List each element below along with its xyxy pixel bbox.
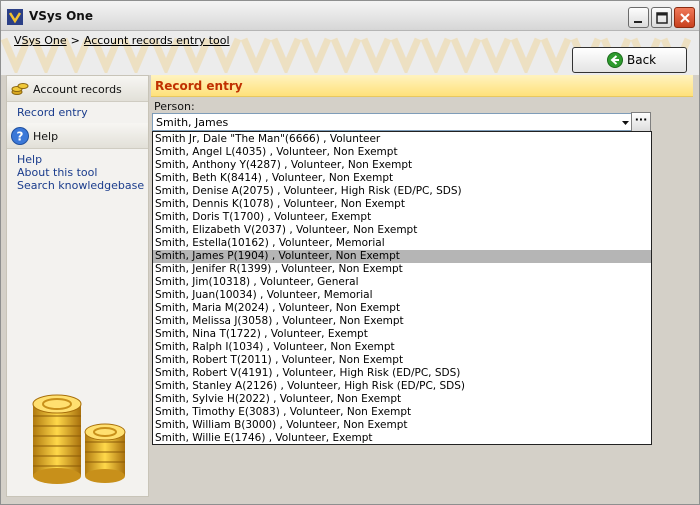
dropdown-option[interactable]: Smith, Melissa J(3058) , Volunteer, Non … — [153, 315, 651, 328]
breadcrumb-home-link[interactable]: VSys One — [14, 34, 67, 47]
dropdown-option[interactable]: Smith, Sylvie H(2022) , Volunteer, Non E… — [153, 393, 651, 406]
gold-coins-illustration — [32, 394, 126, 484]
breadcrumb-separator: > — [70, 34, 80, 47]
header-strip: VSys One > Account records entry tool Back — [1, 31, 699, 75]
app-logo-icon — [7, 9, 23, 25]
dropdown-option[interactable]: Smith, Beth K(8414) , Volunteer, Non Exe… — [153, 172, 651, 185]
sidebar-section-account-records[interactable]: Account records — [7, 76, 148, 102]
dropdown-option[interactable]: Smith, William B(3000) , Volunteer, Non … — [153, 419, 651, 432]
close-icon — [680, 13, 690, 23]
dropdown-option[interactable]: Smith, Jenifer R(1399) , Volunteer, Non … — [153, 263, 651, 276]
person-dropdown-list[interactable]: Smith Jr, Dale "The Man"(6666) , Volunte… — [152, 131, 652, 445]
dropdown-option[interactable]: Smith, Estella(10162) , Volunteer, Memor… — [153, 237, 651, 250]
sidebar-item-search-knowledgebase[interactable]: Search knowledgebase — [17, 179, 144, 192]
dropdown-option[interactable]: Smith, Dennis K(1078) , Volunteer, Non E… — [153, 198, 651, 211]
window-title: VSys One — [29, 9, 93, 23]
watermark-chevron-icon — [391, 37, 421, 73]
watermark-chevron-icon — [541, 37, 571, 73]
app-window: VSys One VSys One > Account records entry … — [0, 0, 700, 505]
main-panel: Record entry Person: Smith, James ··· Sm… — [149, 75, 693, 497]
dropdown-option[interactable]: Smith, Stanley A(2126) , Volunteer, High… — [153, 380, 651, 393]
dropdown-option[interactable]: Smith, Juan(10034) , Volunteer, Memorial — [153, 289, 651, 302]
dropdown-option[interactable]: Smith, James P(1904) , Volunteer, Non Ex… — [153, 250, 651, 263]
section-header: Record entry — [151, 75, 693, 97]
watermark-chevron-icon — [301, 37, 331, 73]
sidebar-item-help[interactable]: Help — [17, 153, 42, 166]
back-button-label: Back — [627, 53, 657, 67]
dropdown-option[interactable]: Smith, Willie E(1746) , Volunteer, Exemp… — [153, 432, 651, 444]
watermark-chevron-icon — [481, 37, 511, 73]
section-title: Record entry — [155, 79, 243, 93]
sidebar-item-about[interactable]: About this tool — [17, 166, 97, 179]
dropdown-option[interactable]: Smith, Ralph I(1034) , Volunteer, Non Ex… — [153, 341, 651, 354]
minimize-icon — [634, 21, 642, 23]
watermark-chevron-icon — [421, 37, 451, 73]
watermark-chevron-icon — [241, 37, 271, 73]
coins-icon — [11, 83, 29, 95]
dropdown-option[interactable]: Smith, Elizabeth V(2037) , Volunteer, No… — [153, 224, 651, 237]
back-button[interactable]: Back — [572, 47, 687, 73]
sidebar-item-record-entry[interactable]: Record entry — [17, 106, 88, 119]
close-button[interactable] — [674, 7, 695, 28]
watermark-chevron-icon — [331, 37, 361, 73]
watermark-chevron-icon — [361, 37, 391, 73]
dropdown-option[interactable]: Smith, Angel L(4035) , Volunteer, Non Ex… — [153, 146, 651, 159]
watermark-chevron-icon — [451, 37, 481, 73]
minimize-button[interactable] — [628, 7, 649, 28]
sidebar: Account records Record entry ? Help Help… — [6, 75, 149, 497]
title-bar[interactable]: VSys One — [1, 1, 699, 31]
person-label: Person: — [154, 100, 195, 113]
dropdown-option[interactable]: Smith, Timothy E(3083) , Volunteer, Non … — [153, 406, 651, 419]
sidebar-section-label: Help — [33, 130, 59, 143]
breadcrumb-current-link[interactable]: Account records entry tool — [84, 34, 230, 47]
sidebar-section-help[interactable]: ? Help — [7, 123, 148, 149]
dropdown-option[interactable]: Smith, Robert V(4191) , Volunteer, High … — [153, 367, 651, 380]
maximize-button[interactable] — [651, 7, 672, 28]
sidebar-section-label: Account records — [33, 83, 122, 96]
person-combobox-value: Smith, James — [156, 116, 229, 129]
help-icon: ? — [11, 127, 29, 145]
dropdown-option[interactable]: Smith, Anthony Y(4287) , Volunteer, Non … — [153, 159, 651, 172]
dropdown-option[interactable]: Smith, Maria M(2024) , Volunteer, Non Ex… — [153, 302, 651, 315]
watermark-chevron-icon — [511, 37, 541, 73]
dropdown-option[interactable]: Smith, Nina T(1722) , Volunteer, Exempt — [153, 328, 651, 341]
browse-person-button[interactable]: ··· — [631, 112, 651, 132]
svg-text:?: ? — [17, 130, 24, 144]
person-combobox[interactable]: Smith, James — [152, 113, 633, 131]
back-arrow-icon — [607, 52, 623, 68]
maximize-icon — [656, 12, 668, 24]
dropdown-option[interactable]: Smith, Denise A(2075) , Volunteer, High … — [153, 185, 651, 198]
dropdown-option[interactable]: Smith, Robert T(2011) , Volunteer, Non E… — [153, 354, 651, 367]
dropdown-option[interactable]: Smith Jr, Dale "The Man"(6666) , Volunte… — [153, 133, 651, 146]
breadcrumb: VSys One > Account records entry tool — [14, 34, 230, 47]
watermark-chevron-icon — [271, 37, 301, 73]
dropdown-option[interactable]: Smith, Doris T(1700) , Volunteer, Exempt — [153, 211, 651, 224]
dropdown-option[interactable]: Smith, Jim(10318) , Volunteer, General — [153, 276, 651, 289]
